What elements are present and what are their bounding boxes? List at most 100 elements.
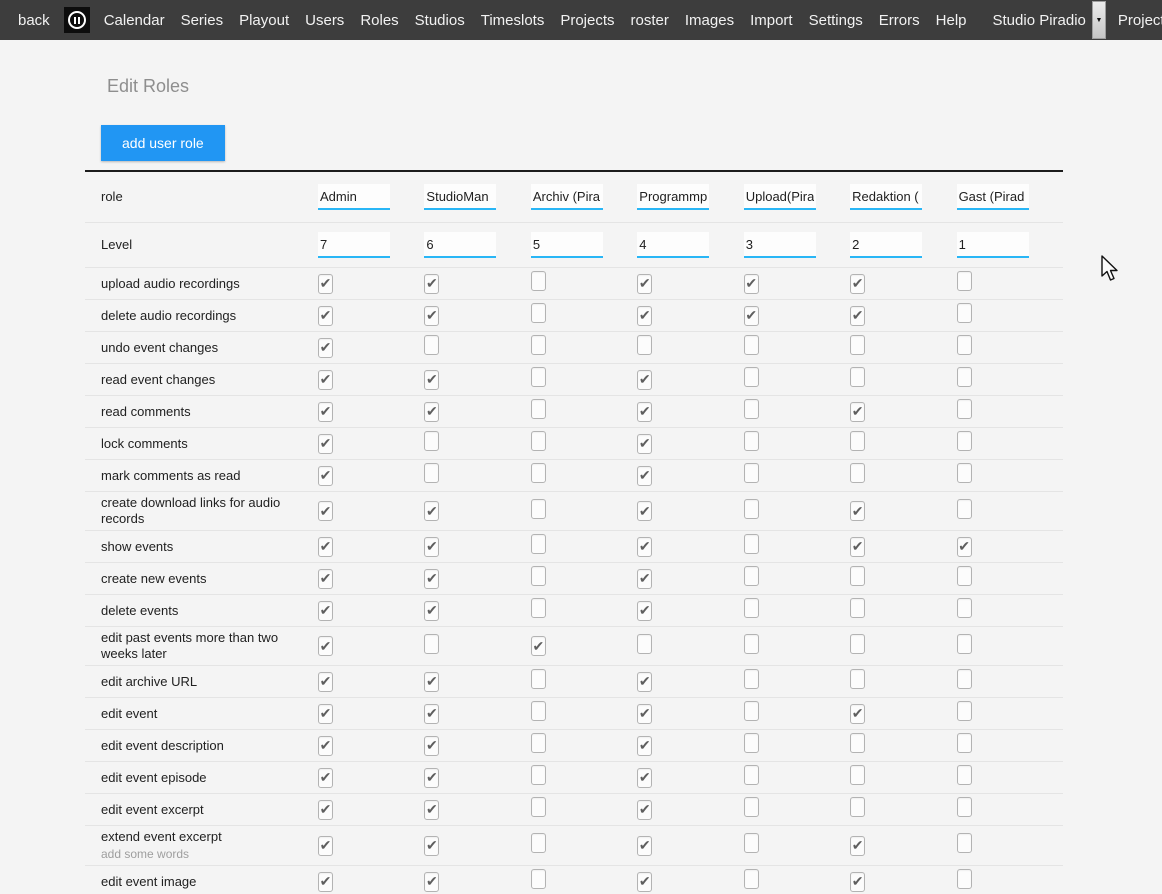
permission-checkbox[interactable] xyxy=(637,370,652,390)
permission-checkbox[interactable] xyxy=(957,833,972,853)
permission-checkbox[interactable] xyxy=(744,367,759,387)
permission-checkbox[interactable] xyxy=(531,566,546,586)
permission-checkbox[interactable] xyxy=(957,669,972,689)
permission-checkbox[interactable] xyxy=(637,672,652,692)
role-name-input[interactable] xyxy=(424,184,496,210)
permission-checkbox[interactable] xyxy=(424,569,439,589)
role-name-input[interactable] xyxy=(318,184,390,210)
level-input[interactable] xyxy=(850,232,922,258)
permission-checkbox[interactable] xyxy=(424,537,439,557)
permission-checkbox[interactable] xyxy=(957,869,972,889)
nav-item-projects[interactable]: Projects xyxy=(552,12,622,29)
permission-checkbox[interactable] xyxy=(424,800,439,820)
nav-item-series[interactable]: Series xyxy=(173,12,232,29)
permission-checkbox[interactable] xyxy=(957,399,972,419)
permission-checkbox[interactable] xyxy=(850,463,865,483)
permission-checkbox[interactable] xyxy=(531,797,546,817)
permission-checkbox[interactable] xyxy=(318,537,333,557)
permission-checkbox[interactable] xyxy=(531,869,546,889)
permission-checkbox[interactable] xyxy=(424,501,439,521)
permission-checkbox[interactable] xyxy=(957,733,972,753)
permission-checkbox[interactable] xyxy=(850,669,865,689)
permission-checkbox[interactable] xyxy=(424,431,439,451)
permission-checkbox[interactable] xyxy=(957,566,972,586)
project-select[interactable]: Project 88vier ▼ xyxy=(1110,0,1162,40)
nav-item-roles[interactable]: Roles xyxy=(352,12,406,29)
permission-checkbox[interactable] xyxy=(424,768,439,788)
permission-checkbox[interactable] xyxy=(744,669,759,689)
permission-checkbox[interactable] xyxy=(957,367,972,387)
permission-checkbox[interactable] xyxy=(318,501,333,521)
permission-checkbox[interactable] xyxy=(531,636,546,656)
permission-checkbox[interactable] xyxy=(318,370,333,390)
permission-checkbox[interactable] xyxy=(637,569,652,589)
permission-checkbox[interactable] xyxy=(957,765,972,785)
permission-checkbox[interactable] xyxy=(744,306,759,326)
level-input[interactable] xyxy=(744,232,816,258)
permission-checkbox[interactable] xyxy=(424,704,439,724)
permission-checkbox[interactable] xyxy=(850,598,865,618)
permission-checkbox[interactable] xyxy=(318,402,333,422)
permission-checkbox[interactable] xyxy=(318,466,333,486)
nav-item-back[interactable]: back xyxy=(10,12,58,29)
permission-checkbox[interactable] xyxy=(744,463,759,483)
permission-checkbox[interactable] xyxy=(531,431,546,451)
permission-checkbox[interactable] xyxy=(424,274,439,294)
permission-checkbox[interactable] xyxy=(424,370,439,390)
permission-checkbox[interactable] xyxy=(318,338,333,358)
permission-checkbox[interactable] xyxy=(637,306,652,326)
nav-item-settings[interactable]: Settings xyxy=(801,12,871,29)
permission-checkbox[interactable] xyxy=(637,537,652,557)
permission-checkbox[interactable] xyxy=(744,797,759,817)
permission-checkbox[interactable] xyxy=(744,335,759,355)
permission-checkbox[interactable] xyxy=(850,402,865,422)
permission-checkbox[interactable] xyxy=(318,672,333,692)
permission-checkbox[interactable] xyxy=(531,765,546,785)
permission-checkbox[interactable] xyxy=(318,434,333,454)
permission-checkbox[interactable] xyxy=(637,872,652,892)
permission-checkbox[interactable] xyxy=(424,634,439,654)
level-input[interactable] xyxy=(637,232,709,258)
permission-checkbox[interactable] xyxy=(424,872,439,892)
permission-checkbox[interactable] xyxy=(850,335,865,355)
permission-checkbox[interactable] xyxy=(957,634,972,654)
permission-checkbox[interactable] xyxy=(318,274,333,294)
role-name-input[interactable] xyxy=(531,184,603,210)
role-name-input[interactable] xyxy=(744,184,816,210)
permission-checkbox[interactable] xyxy=(424,736,439,756)
app-logo-icon[interactable] xyxy=(64,7,90,33)
permission-checkbox[interactable] xyxy=(957,537,972,557)
permission-checkbox[interactable] xyxy=(318,569,333,589)
permission-checkbox[interactable] xyxy=(318,836,333,856)
permission-checkbox[interactable] xyxy=(637,634,652,654)
permission-checkbox[interactable] xyxy=(424,601,439,621)
permission-checkbox[interactable] xyxy=(531,303,546,323)
permission-checkbox[interactable] xyxy=(318,636,333,656)
chevron-down-icon[interactable]: ▼ xyxy=(1092,1,1106,39)
role-name-input[interactable] xyxy=(850,184,922,210)
permission-checkbox[interactable] xyxy=(637,335,652,355)
permission-checkbox[interactable] xyxy=(637,768,652,788)
permission-checkbox[interactable] xyxy=(744,274,759,294)
nav-item-calendar[interactable]: Calendar xyxy=(96,12,173,29)
permission-checkbox[interactable] xyxy=(531,669,546,689)
permission-checkbox[interactable] xyxy=(637,466,652,486)
nav-item-import[interactable]: Import xyxy=(742,12,801,29)
permission-checkbox[interactable] xyxy=(744,765,759,785)
permission-checkbox[interactable] xyxy=(744,431,759,451)
permission-checkbox[interactable] xyxy=(744,566,759,586)
permission-checkbox[interactable] xyxy=(957,463,972,483)
permission-checkbox[interactable] xyxy=(637,274,652,294)
permission-checkbox[interactable] xyxy=(957,701,972,721)
nav-item-timeslots[interactable]: Timeslots xyxy=(473,12,553,29)
permission-checkbox[interactable] xyxy=(850,537,865,557)
permission-checkbox[interactable] xyxy=(424,306,439,326)
level-input[interactable] xyxy=(318,232,390,258)
permission-checkbox[interactable] xyxy=(318,800,333,820)
role-name-input[interactable] xyxy=(637,184,709,210)
permission-checkbox[interactable] xyxy=(637,736,652,756)
permission-checkbox[interactable] xyxy=(318,768,333,788)
permission-checkbox[interactable] xyxy=(850,872,865,892)
permission-checkbox[interactable] xyxy=(424,836,439,856)
permission-checkbox[interactable] xyxy=(850,634,865,654)
